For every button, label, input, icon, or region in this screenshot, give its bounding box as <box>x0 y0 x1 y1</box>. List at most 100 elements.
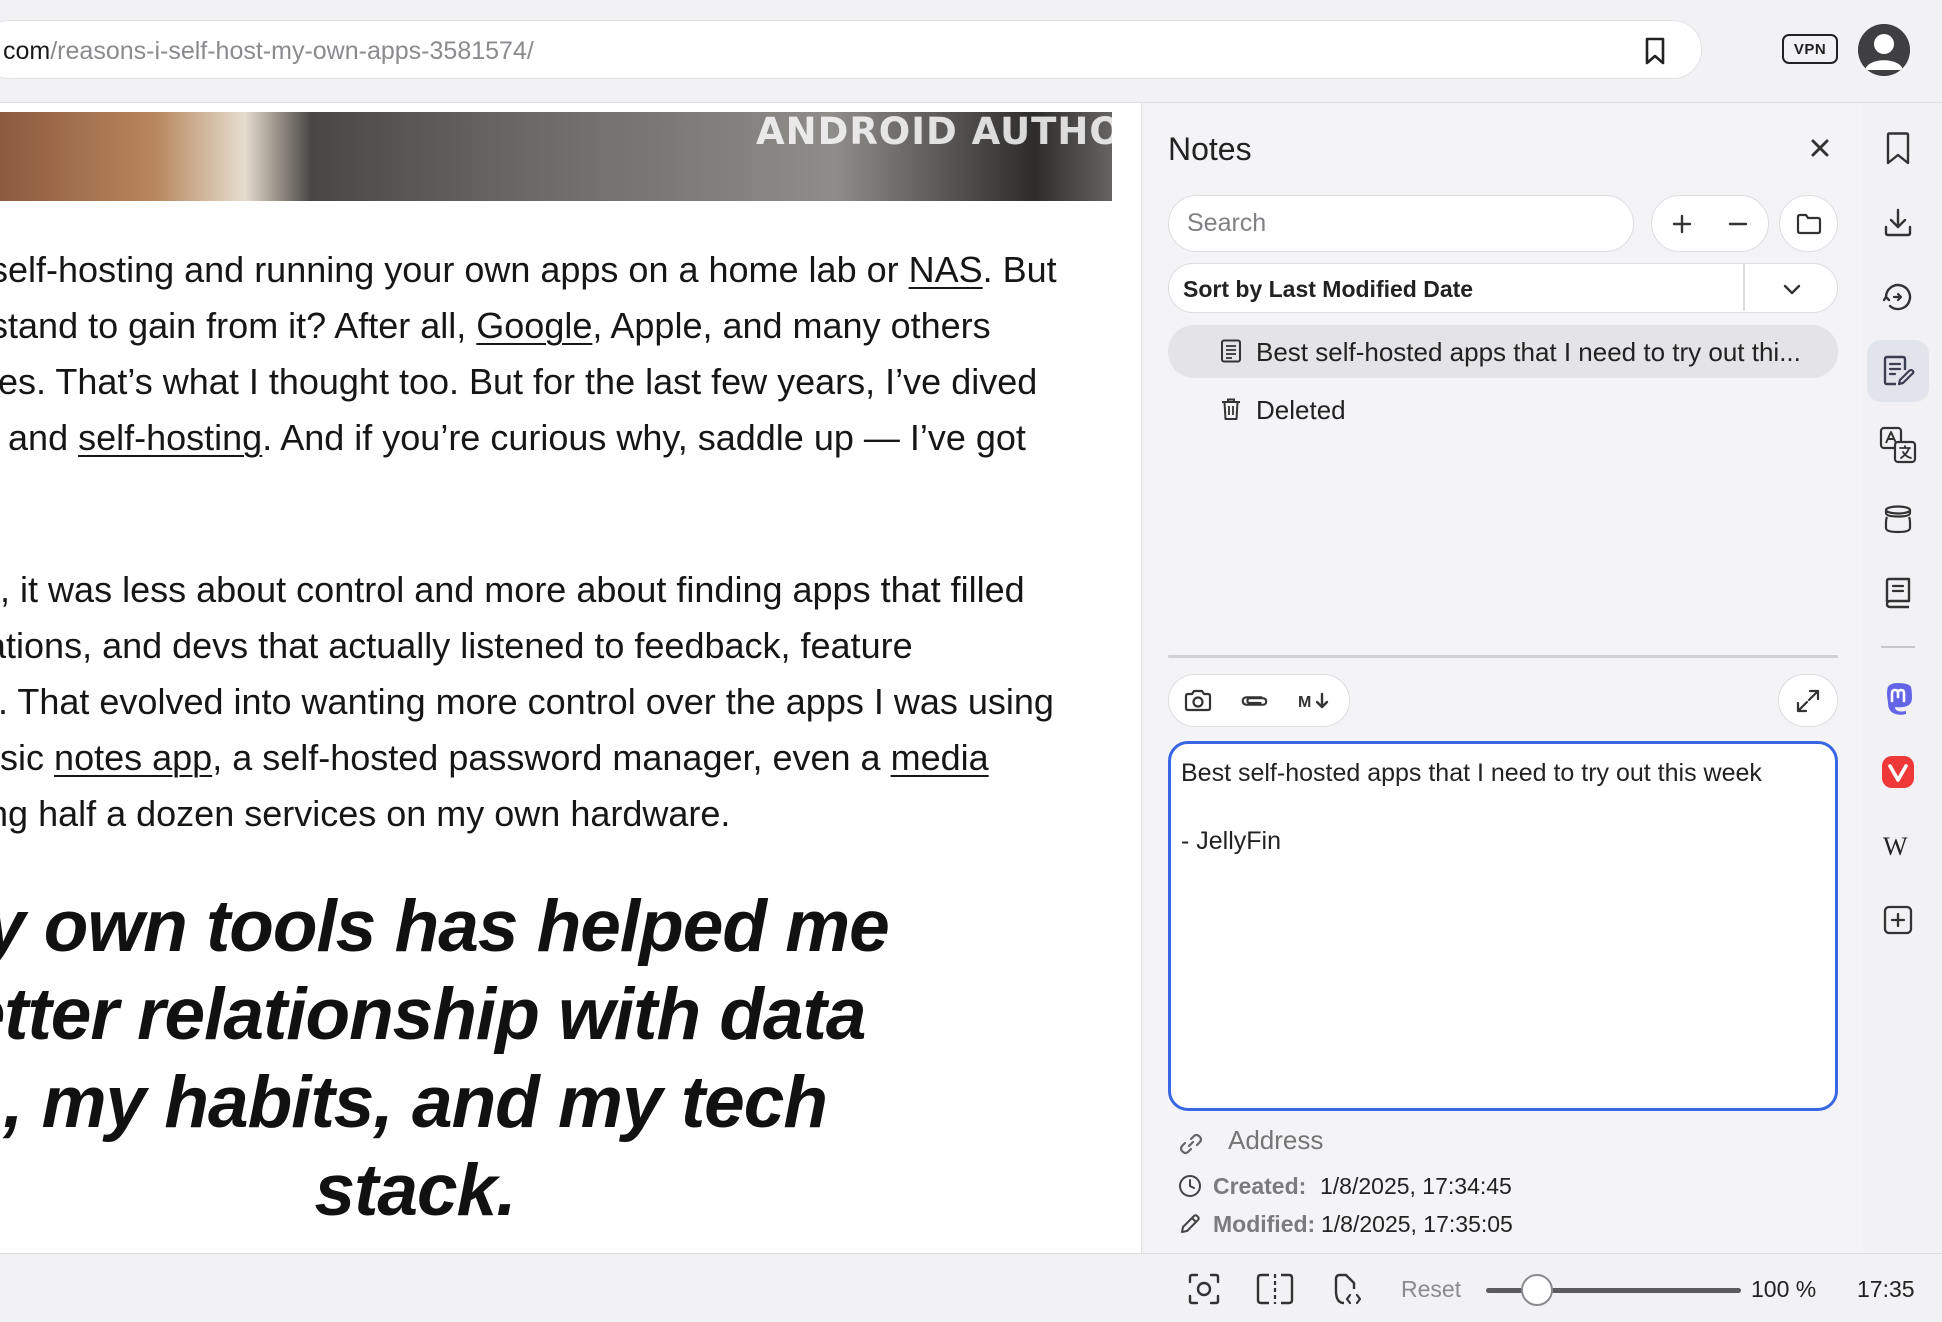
pull-quote: ny own tools has helped me etter relatio… <box>0 883 990 1235</box>
deleted-folder-item[interactable]: Deleted <box>1168 383 1838 436</box>
created-label: Created: <box>1213 1173 1307 1199</box>
text-run: . But <box>982 249 1057 290</box>
note-list-item[interactable]: Best self-hosted apps that I need to try… <box>1168 325 1838 378</box>
hero-watermark: ANDROID AUTHORITY <box>756 112 1112 153</box>
reader-view-icon[interactable] <box>1867 562 1929 624</box>
hero-image: ANDROID AUTHORITY <box>0 112 1112 201</box>
zoom-slider-handle[interactable] <box>1521 1274 1553 1306</box>
paragraph-line: es. That evolved into wanting more contr… <box>0 681 1054 722</box>
text-run: d self-hosting and running your own apps… <box>0 249 909 290</box>
expand-icon <box>1796 689 1820 712</box>
history-icon[interactable] <box>1867 266 1929 328</box>
address-bar[interactable]: com/reasons-i-self-host-my-own-apps-3581… <box>0 20 1702 79</box>
created-value: 1/8/2025, 17:34:45 <box>1320 1173 1512 1199</box>
divider <box>1743 264 1745 311</box>
text-run: , a self-hosted password manager, even a <box>212 737 891 778</box>
expand-editor-button[interactable] <box>1778 674 1838 727</box>
editor-toolbar: M <box>1168 674 1350 727</box>
url-path: /reasons-i-self-host-my-own-apps-3581574… <box>50 37 534 65</box>
new-folder-button[interactable] <box>1779 195 1838 252</box>
clock: 17:35 <box>1857 1276 1915 1302</box>
url-text[interactable]: com/reasons-i-self-host-my-own-apps-3581… <box>3 37 534 66</box>
vpn-button[interactable]: VPN <box>1782 34 1838 64</box>
notes-resize-divider[interactable] <box>1168 655 1838 658</box>
paragraph-line: ce and self-hosting. And if you’re curio… <box>0 410 1057 466</box>
clock-icon <box>1178 1174 1202 1198</box>
nas-link[interactable]: NAS <box>909 249 983 290</box>
notes-panel: Notes Sort by Last Modified Date Best se… <box>1143 103 1863 1253</box>
article-paragraph-1: d self-hosting and running your own apps… <box>0 242 1057 466</box>
note-icon <box>1220 339 1242 363</box>
text-run: , Apple, and many others <box>592 305 991 346</box>
media-link[interactable]: media <box>891 737 989 778</box>
pull-quote-line: stack. <box>314 1150 517 1231</box>
pull-quote-line: etter relationship with data <box>0 974 866 1055</box>
modified-label: Modified: <box>1213 1211 1316 1237</box>
sort-dropdown[interactable]: Sort by Last Modified Date <box>1168 263 1838 313</box>
add-panel-icon[interactable] <box>1867 889 1929 951</box>
note-editor[interactable]: Best self-hosted apps that I need to try… <box>1168 741 1838 1111</box>
status-bar: Reset 100 % 17:35 <box>0 1253 1942 1322</box>
article-paragraph-2: ng, it was less about control and more a… <box>0 562 1054 842</box>
link-icon <box>1178 1131 1204 1157</box>
wikipedia-icon[interactable]: W <box>1867 815 1929 877</box>
note-add-remove-group <box>1651 195 1769 252</box>
mastodon-icon[interactable] <box>1867 667 1929 729</box>
pull-quote-line: , my habits, and my tech <box>3 1062 828 1143</box>
paragraph-line: uites. That’s what I thought too. But fo… <box>0 361 1038 402</box>
note-address-row <box>1178 1125 1838 1161</box>
notes-icon[interactable] <box>1867 340 1929 402</box>
paragraph-line: u stand to gain from it? After all, Goog… <box>0 298 1057 354</box>
reading-list-icon[interactable] <box>1867 488 1929 550</box>
zoom-level: 100 % <box>1751 1276 1817 1302</box>
notes-app-link[interactable]: notes app <box>54 737 212 778</box>
svg-text:M: M <box>1298 694 1311 711</box>
bookmarks-icon[interactable] <box>1867 118 1929 180</box>
pencil-icon <box>1178 1212 1202 1236</box>
folder-icon <box>1796 213 1821 234</box>
side-panel-bar: W <box>1864 103 1942 1253</box>
browser-toolbar: com/reasons-i-self-host-my-own-apps-3581… <box>0 0 1942 103</box>
vivaldi-icon[interactable] <box>1867 741 1929 803</box>
notes-title: Notes <box>1168 131 1252 167</box>
bookmark-page-icon[interactable] <box>1641 34 1669 68</box>
self-hosting-link[interactable]: self-hosting <box>78 417 262 458</box>
page-actions-icon[interactable] <box>1329 1271 1365 1307</box>
modified-row: Modified: 1/8/2025, 17:35:05 <box>1178 1209 1838 1239</box>
note-address-input[interactable] <box>1228 1125 1828 1156</box>
screenshot-icon[interactable] <box>1186 1271 1222 1307</box>
remove-note-button[interactable] <box>1718 204 1758 244</box>
url-domain: com <box>3 37 51 65</box>
google-link[interactable]: Google <box>476 305 592 346</box>
text-run: . And if you’re curious why, saddle up —… <box>262 417 1026 458</box>
notes-search-input[interactable] <box>1168 195 1634 252</box>
paragraph-line: basic notes app, a self-hosted password … <box>0 730 1054 786</box>
attachment-icon[interactable] <box>1239 687 1269 715</box>
paragraph-line: d self-hosting and running your own apps… <box>0 242 1057 298</box>
translate-icon[interactable] <box>1867 414 1929 476</box>
text-run: basic <box>0 737 45 778</box>
zoom-reset-button[interactable]: Reset <box>1401 1276 1461 1303</box>
tile-tabs-icon[interactable] <box>1255 1271 1295 1307</box>
markdown-icon[interactable]: M <box>1295 687 1335 715</box>
created-row: Created: 1/8/2025, 17:34:45 <box>1178 1171 1838 1201</box>
paragraph-line: hing half a dozen services on my own har… <box>0 793 731 834</box>
camera-icon[interactable] <box>1183 687 1213 715</box>
text-run: u stand to gain from it? After all, <box>0 305 477 346</box>
svg-text:W: W <box>1883 833 1908 859</box>
close-icon[interactable] <box>1803 131 1837 165</box>
trash-icon <box>1220 397 1242 421</box>
note-title: Best self-hosted apps that I need to try… <box>1256 337 1801 367</box>
downloads-icon[interactable] <box>1867 192 1929 254</box>
modified-value: 1/8/2025, 17:35:05 <box>1321 1211 1513 1237</box>
paragraph-line: ng, it was less about control and more a… <box>0 569 1025 610</box>
sort-label: Sort by Last Modified Date <box>1183 276 1474 302</box>
article-content: ANDROID AUTHORITY d self-hosting and run… <box>0 103 1142 1253</box>
pull-quote-line: ny own tools has helped me <box>0 886 890 967</box>
deleted-label: Deleted <box>1256 395 1346 425</box>
profile-avatar[interactable] <box>1858 24 1910 76</box>
paragraph-line: ications, and devs that actually listene… <box>0 625 913 666</box>
add-note-button[interactable] <box>1662 204 1702 244</box>
chevron-down-icon[interactable] <box>1780 277 1804 301</box>
divider <box>1881 646 1915 648</box>
